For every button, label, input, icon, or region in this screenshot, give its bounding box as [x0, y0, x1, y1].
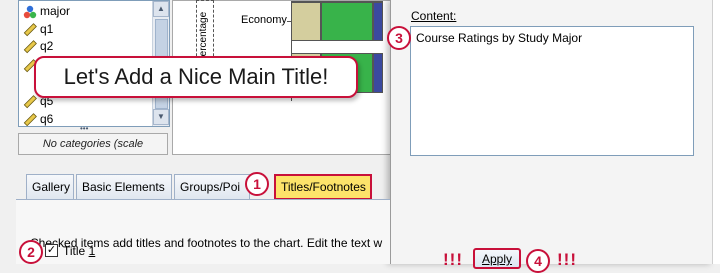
- title-1-checkbox[interactable]: ✓: [45, 244, 58, 257]
- bar-row-economy: [291, 1, 383, 42]
- background-window-edge: [712, 0, 720, 264]
- bar-segment: [321, 2, 373, 41]
- variable-name: q2: [40, 39, 54, 53]
- content-label: Content:: [411, 9, 457, 23]
- bar-segment: [373, 53, 383, 93]
- scale-ruler-icon: [23, 94, 37, 109]
- variable-item[interactable]: q6: [23, 111, 54, 126]
- splitter-grip[interactable]: •••: [80, 124, 88, 133]
- exclamation-marks: !!!: [443, 250, 463, 269]
- variable-name: q6: [40, 112, 54, 126]
- tab-groups-points[interactable]: Groups/Poi: [174, 174, 250, 200]
- tab-basic-elements[interactable]: Basic Elements: [76, 174, 172, 200]
- scale-ruler-icon: [23, 112, 37, 126]
- scroll-down-arrow-icon[interactable]: ▼: [153, 109, 169, 125]
- category-label: Economy: [241, 14, 287, 26]
- variable-name: major: [40, 4, 71, 18]
- content-text: Course Ratings by Study Major: [416, 31, 583, 45]
- exclamation-marks: !!!: [557, 250, 577, 269]
- step-4-marker: 4: [526, 249, 550, 273]
- tick-mark: [287, 21, 291, 22]
- step-1-marker: 1: [245, 172, 269, 196]
- variable-name: q1: [40, 22, 54, 36]
- bar-segment: [373, 2, 383, 41]
- step-2-marker: 2: [19, 240, 43, 264]
- variable-item[interactable]: q2: [23, 38, 53, 54]
- tab-gallery[interactable]: Gallery: [26, 174, 74, 200]
- no-categories-label: No categories (scale: [18, 133, 168, 155]
- content-textbox[interactable]: Course Ratings by Study Major: [410, 26, 694, 156]
- step-3-marker: 3: [387, 26, 411, 50]
- checkmark-icon: ✓: [46, 244, 57, 256]
- bar-segment: [291, 2, 321, 41]
- title-1-label[interactable]: Title 1: [63, 244, 95, 258]
- variable-item[interactable]: q1: [23, 21, 53, 37]
- variable-item[interactable]: major: [23, 3, 70, 19]
- nominal-icon: [23, 5, 37, 19]
- apply-button[interactable]: Apply: [473, 248, 521, 269]
- tab-titles-footnotes[interactable]: Titles/Footnotes: [274, 174, 372, 200]
- callout-annotation: Let's Add a Nice Main Title!: [34, 56, 358, 98]
- scroll-up-arrow-icon[interactable]: ▲: [153, 1, 169, 17]
- scale-ruler-icon: [23, 22, 37, 37]
- scale-ruler-icon: [23, 39, 37, 54]
